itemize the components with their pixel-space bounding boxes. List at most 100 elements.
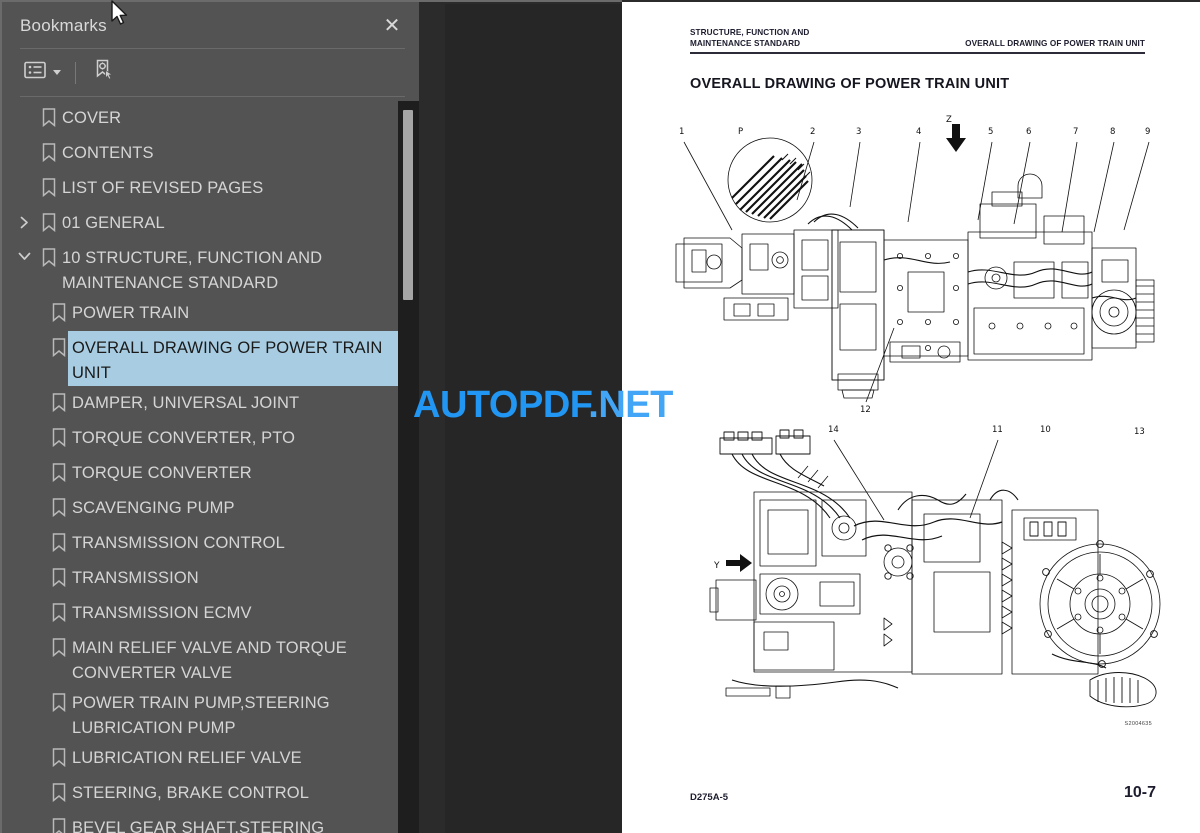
bookmark-label: BEVEL GEAR SHAFT,STEERING CLUTCH xyxy=(72,819,325,833)
bookmark-icon xyxy=(46,811,72,833)
figure-bottom-power-train-unit: 14 11 10 13 Y xyxy=(702,422,1172,712)
figure-code: S2004635 xyxy=(1124,721,1152,727)
bookmark-item[interactable]: TRANSMISSION ECMV xyxy=(2,596,403,631)
bookmark-icon xyxy=(46,296,72,322)
section-arrow-y: Y xyxy=(713,554,752,572)
bookmark-item[interactable]: LIST OF REVISED PAGES xyxy=(2,171,403,206)
bookmark-item[interactable]: TRANSMISSION xyxy=(2,561,403,596)
bookmark-item[interactable]: CONTENTS xyxy=(2,136,403,171)
callout-10: 10 xyxy=(1040,425,1051,435)
bookmark-item[interactable]: POWER TRAIN xyxy=(2,296,403,331)
bookmarks-scrollbar-thumb[interactable] xyxy=(403,110,413,300)
footer-model: D275A-5 xyxy=(690,792,729,803)
bookmark-icon xyxy=(46,561,72,587)
callout-8: 8 xyxy=(1110,127,1115,137)
bookmark-item[interactable]: OVERALL DRAWING OF POWER TRAIN UNIT xyxy=(2,330,403,387)
bookmark-label: LIST OF REVISED PAGES xyxy=(62,179,264,197)
bookmark-item[interactable]: DAMPER, UNIVERSAL JOINT xyxy=(2,386,403,421)
bookmark-label: DAMPER, UNIVERSAL JOINT xyxy=(72,394,300,412)
bookmark-label: SCAVENGING PUMP xyxy=(72,499,235,517)
bookmark-label: TRANSMISSION xyxy=(72,569,199,587)
bookmark-icon xyxy=(46,741,72,767)
bookmark-item[interactable]: SCAVENGING PUMP xyxy=(2,491,403,526)
bookmark-tree[interactable]: COVER CONTENTS LIST OF REVISED PAGES 01 … xyxy=(2,101,403,833)
header-left: STRUCTURE, FUNCTION AND MAINTENANCE STAN… xyxy=(690,28,809,49)
callout-9: 9 xyxy=(1145,127,1150,137)
divider xyxy=(20,48,405,49)
callout-2: 2 xyxy=(810,127,815,137)
bookmark-icon xyxy=(36,136,62,162)
bookmark-item[interactable]: STEERING, BRAKE CONTROL xyxy=(2,776,403,811)
bookmark-item[interactable]: MAIN RELIEF VALVE AND TORQUE CONVERTER V… xyxy=(2,631,403,686)
bookmark-label: TORQUE CONVERTER, PTO xyxy=(72,429,296,447)
bookmarks-panel-header: Bookmarks ✕ xyxy=(2,2,419,50)
bookmark-item[interactable]: BEVEL GEAR SHAFT,STEERING CLUTCH xyxy=(2,811,403,833)
pdf-reader-window: Bookmarks ✕ COVER CONTENTS LIST OF REVIS… xyxy=(0,0,1200,833)
bookmark-item[interactable]: 10 STRUCTURE, FUNCTION AND MAINTENANCE S… xyxy=(2,241,403,296)
bookmark-label: 01 GENERAL xyxy=(62,214,165,232)
bookmark-label: LUBRICATION RELIEF VALVE xyxy=(72,749,302,767)
bookmark-icon xyxy=(46,686,72,712)
bookmark-item[interactable]: POWER TRAIN PUMP,STEERING LUBRICATION PU… xyxy=(2,686,403,741)
bookmark-icon xyxy=(46,631,72,657)
close-icon[interactable]: ✕ xyxy=(379,13,405,39)
list-options-icon xyxy=(24,61,46,84)
section-marker-y: Y xyxy=(713,561,720,571)
chevron-down-icon xyxy=(53,70,61,75)
viewer-background xyxy=(419,0,622,833)
twisty-spacer xyxy=(12,136,36,146)
divider xyxy=(20,96,405,97)
bookmarks-panel: Bookmarks ✕ COVER CONTENTS LIST OF REVIS… xyxy=(0,0,419,833)
header-left-line2: MAINTENANCE STANDARD xyxy=(690,38,801,48)
figure-top-svg: 1 P 2 3 4 5 6 7 8 9 12 Z xyxy=(675,115,1155,415)
chevron-right-icon[interactable] xyxy=(12,206,36,229)
bookmark-icon xyxy=(36,206,62,232)
figure-bottom-svg: 14 11 10 13 Y xyxy=(709,425,1161,708)
bookmark-icon xyxy=(46,456,72,482)
bookmark-icon xyxy=(46,776,72,802)
bookmark-label: TRANSMISSION ECMV xyxy=(72,604,252,622)
footer-page-number: 10-7 xyxy=(1123,784,1156,801)
callout-4: 4 xyxy=(916,127,921,137)
bookmark-options-button[interactable] xyxy=(22,58,63,88)
bookmark-label: MAIN RELIEF VALVE AND TORQUE CONVERTER V… xyxy=(72,639,347,682)
bookmark-icon xyxy=(46,526,72,552)
bookmark-label: TRANSMISSION CONTROL xyxy=(72,534,285,552)
section-arrow-z xyxy=(946,124,966,152)
twisty-spacer xyxy=(12,171,36,181)
page-title: OVERALL DRAWING OF POWER TRAIN UNIT xyxy=(690,76,1010,92)
bookmark-label: TORQUE CONVERTER xyxy=(72,464,252,482)
callout-14: 14 xyxy=(828,425,839,435)
new-bookmark-button[interactable] xyxy=(90,58,118,88)
callout-13: 13 xyxy=(1134,427,1145,437)
callout-1: 1 xyxy=(679,127,684,137)
bookmark-label: POWER TRAIN PUMP,STEERING LUBRICATION PU… xyxy=(72,694,330,737)
bookmark-item[interactable]: LUBRICATION RELIEF VALVE xyxy=(2,741,403,776)
bookmark-icon xyxy=(46,491,72,517)
document-page[interactable]: STRUCTURE, FUNCTION AND MAINTENANCE STAN… xyxy=(622,2,1200,833)
chevron-down-icon[interactable] xyxy=(12,241,36,262)
toolbar-separator xyxy=(75,61,76,84)
bookmarks-toolbar xyxy=(2,50,421,95)
header-left-line1: STRUCTURE, FUNCTION AND xyxy=(690,28,810,37)
bookmark-label: OVERALL DRAWING OF POWER TRAIN UNIT xyxy=(67,330,403,387)
bookmark-item[interactable]: TORQUE CONVERTER xyxy=(2,456,403,491)
bookmark-label: POWER TRAIN xyxy=(72,304,190,322)
callout-7: 7 xyxy=(1073,127,1078,137)
bookmark-label: COVER xyxy=(62,109,122,127)
bookmark-label: CONTENTS xyxy=(62,144,154,162)
bookmark-label: STEERING, BRAKE CONTROL xyxy=(72,784,310,802)
twisty-spacer xyxy=(12,101,36,111)
bookmark-item[interactable]: TORQUE CONVERTER, PTO xyxy=(2,421,403,456)
bookmark-item[interactable]: COVER xyxy=(2,101,403,136)
section-marker-z: Z xyxy=(946,115,952,125)
bookmark-item[interactable]: 01 GENERAL xyxy=(2,206,403,241)
callout-P: P xyxy=(738,127,743,137)
bookmark-item[interactable]: TRANSMISSION CONTROL xyxy=(2,526,403,561)
header-right: OVERALL DRAWING OF POWER TRAIN UNIT xyxy=(965,39,1145,48)
new-bookmark-icon xyxy=(92,58,116,87)
callout-5: 5 xyxy=(988,127,993,137)
panel-title: Bookmarks xyxy=(20,16,107,35)
bookmark-label: 10 STRUCTURE, FUNCTION AND MAINTENANCE S… xyxy=(62,249,323,292)
viewer-background-inner xyxy=(445,4,622,833)
